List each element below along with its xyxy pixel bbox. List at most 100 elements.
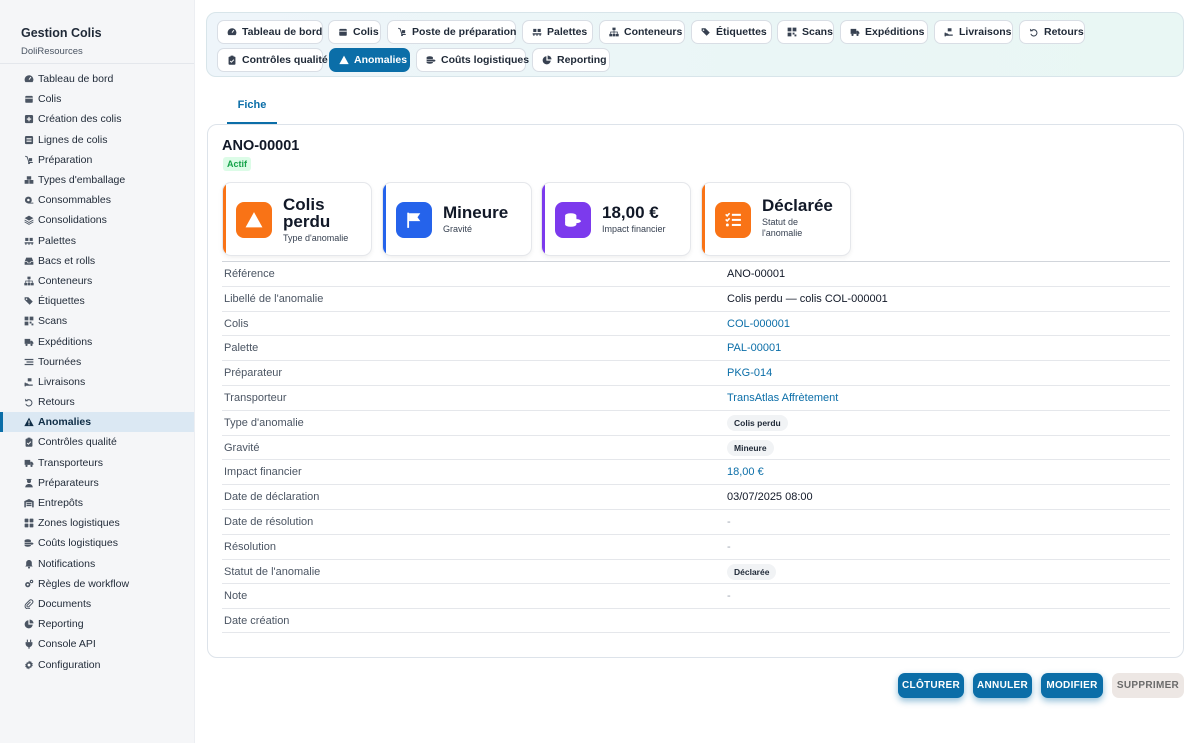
sidebar-item-retours[interactable]: Retours [0,392,194,412]
detail-row-statut-de-l-anomalie: Statut de l'anomalie Déclarée [222,558,1170,584]
tab-anomalies[interactable]: Anomalies [329,48,410,72]
sidebar-item-label: Palettes [38,234,76,247]
detail-link[interactable]: COL-000001 [727,318,790,330]
tab-reporting[interactable]: Reporting [532,48,610,72]
box-icon [338,27,348,38]
kpi-card-type: Colis perdu Type d'anomalie [222,182,372,256]
sidebar-item-colis[interactable]: Colis [0,89,194,109]
sidebar-item-notifications[interactable]: Notifications [0,554,194,574]
tab-conteneurs[interactable]: Conteneurs [599,20,685,44]
sidebar-item-label: Consommables [38,194,111,207]
tasks-icon [715,202,751,238]
sidebar-item-transporteurs[interactable]: Transporteurs [0,453,194,473]
sidebar-item-anomalies[interactable]: Anomalies [0,412,194,433]
sidebar-item-palettes[interactable]: Palettes [0,231,194,251]
tab-palettes[interactable]: Palettes [522,20,593,44]
tab-poste-de-preparation[interactable]: Poste de préparation [387,20,516,44]
edit-button[interactable]: MODIFIER [1041,673,1103,698]
kpi-label: Gravité [443,224,473,234]
tab-colis[interactable]: Colis [328,20,381,44]
tab-label: Contrôles qualité [242,54,328,66]
chart-pie-icon [542,55,552,66]
sidebar-item-preparateurs[interactable]: Préparateurs [0,473,194,493]
sidebar-item-tournees[interactable]: Tournées [0,352,194,372]
sidebar-item-label: Anomalies [38,416,92,429]
sidebar-item-tableau-de-bord[interactable]: Tableau de bord [0,69,194,89]
detail-value: 03/07/2025 08:00 [727,491,813,504]
sidebar-item-controles-qualite[interactable]: Contrôles qualité [0,432,194,452]
sidebar-item-label: Tableau de bord [38,73,114,86]
sidebar-item-creation-des-colis[interactable]: Création des colis [0,109,194,129]
sidebar-item-consommables[interactable]: Consommables [0,190,194,210]
sidebar-item-reporting[interactable]: Reporting [0,614,194,634]
sidebar-item-expeditions[interactable]: Expéditions [0,331,194,351]
sidebar-item-label: Bacs et rolls [38,254,96,267]
sidebar-item-preparation[interactable]: Préparation [0,150,194,170]
sidebar-item-scans[interactable]: Scans [0,311,194,331]
tab-fiche[interactable]: Fiche [227,96,277,124]
detail-row-palette: Palette PAL-00001 [222,335,1170,360]
sidebar-item-regles-de-workflow[interactable]: Règles de workflow [0,574,194,594]
detail-label: Colis [224,317,249,330]
sidebar-item-label: Tournées [38,355,82,368]
sidebar-item-label: Configuration [38,658,101,671]
detail-link[interactable]: PKG-014 [727,367,772,379]
delete-button[interactable]: SUPPRIMER [1112,673,1184,698]
tab-label: Colis [353,26,379,38]
cogs-icon [23,578,34,589]
sidebar-item-label: Zones logistiques [38,517,120,530]
detail-label: Impact financier [224,466,302,479]
cancel-button[interactable]: ANNULER [973,673,1032,698]
sidebar-item-documents[interactable]: Documents [0,594,194,614]
top-navigation: Tableau de bord Colis Poste de préparation… [206,12,1184,77]
sitemap-icon [23,275,34,286]
sidebar-item-lignes-de-colis[interactable]: Lignes de colis [0,130,194,150]
inbox-icon [23,255,34,266]
scan-icon [23,316,34,327]
detail-row-preparateur: Préparateur PKG-014 [222,360,1170,385]
tab-label: Tableau de bord [242,26,323,38]
detail-link[interactable]: TransAtlas Affrètement [727,392,838,404]
warning-icon [236,202,272,238]
tab-label: Livraisons [959,26,1012,38]
sidebar-item-configuration[interactable]: Configuration [0,654,194,674]
warning-icon [23,417,34,428]
sidebar-item-bacs-et-rolls[interactable]: Bacs et rolls [0,251,194,271]
tape-icon [23,195,34,206]
detail-link[interactable]: 18,00 € [727,466,764,478]
sidebar-item-label: Console API [38,638,96,651]
kpi-accent-bar [702,183,705,255]
tab-etiquettes[interactable]: Étiquettes [691,20,772,44]
sidebar-item-label: Création des colis [38,113,122,126]
truck-icon [23,457,34,468]
dolly-icon [397,27,407,38]
sidebar-item-conteneurs[interactable]: Conteneurs [0,271,194,291]
detail-link[interactable]: PAL-00001 [727,342,781,354]
sidebar-item-label: Reporting [38,618,84,631]
tab-retours[interactable]: Retours [1019,20,1085,44]
sidebar-item-couts-logistiques[interactable]: Coûts logistiques [0,533,194,553]
undo-icon [1029,27,1039,38]
sidebar-item-zones-logistiques[interactable]: Zones logistiques [0,513,194,533]
sidebar: Gestion Colis DoliResources Tableau de b… [0,0,195,743]
tab-tableau-de-bord[interactable]: Tableau de bord [217,20,323,44]
sidebar-item-entrepots[interactable]: Entrepôts [0,493,194,513]
sidebar-item-types-d-emballage[interactable]: Types d'emballage [0,170,194,190]
tab-livraisons[interactable]: Livraisons [934,20,1013,44]
sidebar-item-consolidations[interactable]: Consolidations [0,210,194,230]
sidebar-item-livraisons[interactable]: Livraisons [0,372,194,392]
tab-label: Conteneurs [624,26,683,38]
detail-row-resolution: Résolution - [222,533,1170,559]
tab-scans[interactable]: Scans [777,20,834,44]
tab-controles-qualite[interactable]: Contrôles qualité [217,48,328,72]
close-button[interactable]: CLÔTURER [898,673,964,698]
sidebar-item-console-api[interactable]: Console API [0,634,194,654]
coins-icon [23,538,34,549]
list-icon [23,134,34,145]
detail-row-gravite: Gravité Mineure [222,434,1170,460]
sidebar-item-etiquettes[interactable]: Étiquettes [0,291,194,311]
tab-couts-logistiques[interactable]: Coûts logistiques [416,48,529,72]
sidebar-item-label: Expéditions [38,335,93,348]
clipboard-check-icon [23,437,34,448]
tab-expeditions[interactable]: Expéditions [840,20,928,44]
